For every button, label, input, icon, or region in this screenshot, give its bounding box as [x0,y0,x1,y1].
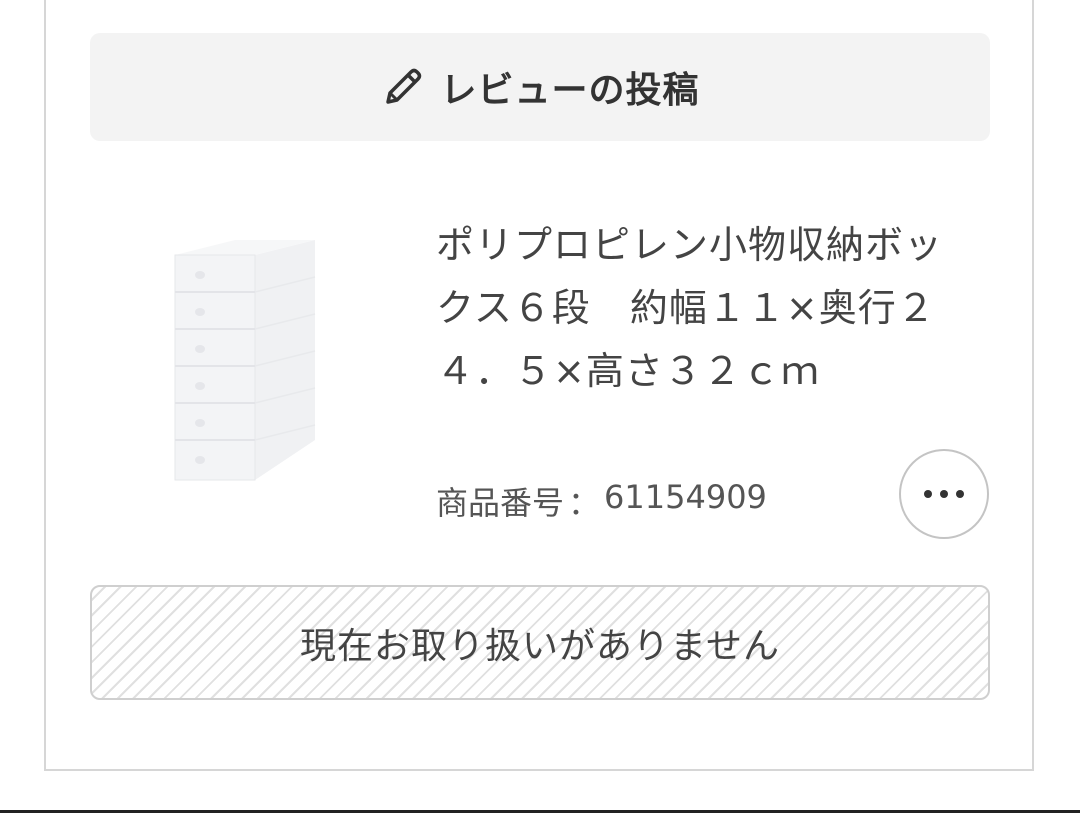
product-number-value: 61154909 [604,478,767,516]
unavailable-label: 現在お取り扱いがありません [300,625,780,667]
pencil-icon [380,64,426,110]
product-number: 商品番号 ： 61154909 [436,478,767,524]
unavailable-status: 現在お取り扱いがありません [90,585,990,700]
product-name[interactable]: ポリプロピレン小物収納ボックス６段 約幅１１×奥行２４．５×高さ３２ｃｍ [436,214,956,403]
product-number-label: 商品番号 [436,484,565,522]
write-review-label: レビューの投稿 [440,70,700,111]
product-image[interactable] [160,225,330,490]
product-number-separator: ： [568,484,601,522]
write-review-button[interactable]: レビューの投稿 [90,33,990,141]
more-options-button[interactable] [899,449,989,539]
more-dots-icon [920,490,968,498]
